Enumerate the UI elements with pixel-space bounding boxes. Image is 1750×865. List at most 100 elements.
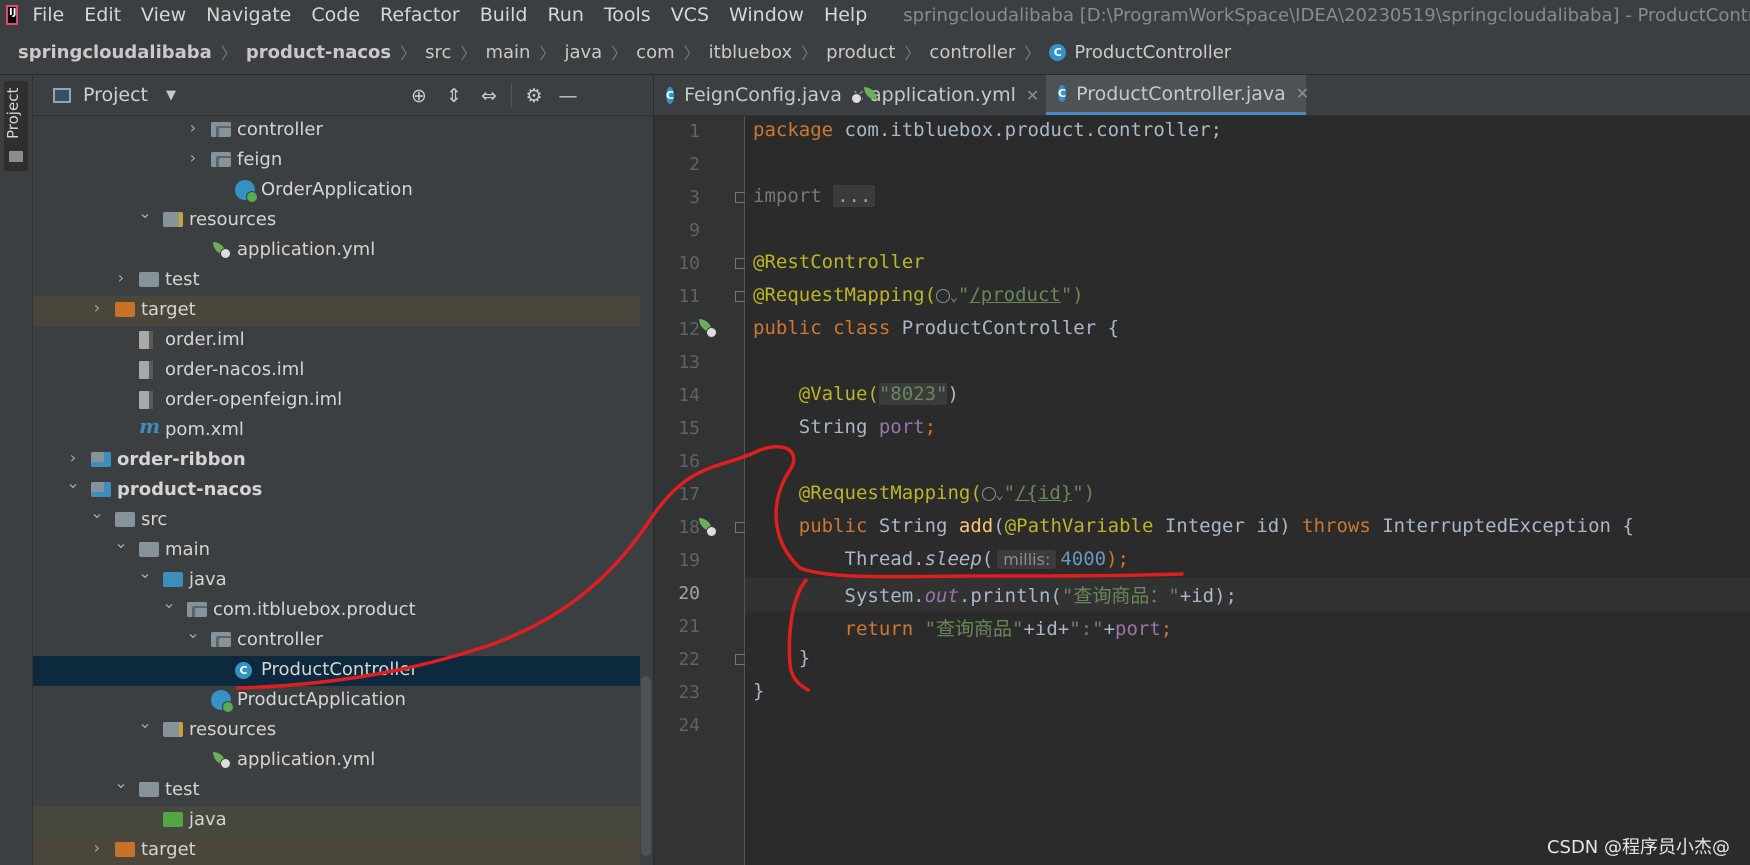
tree-node[interactable]: › feign — [33, 146, 653, 176]
close-icon[interactable]: ✕ — [1026, 86, 1039, 105]
tree-node[interactable]: ProductApplication — [33, 686, 653, 716]
tree-node-label: controller — [237, 119, 323, 140]
globe-icon[interactable] — [936, 288, 951, 303]
tree-node-label: com.itbluebox.product — [213, 599, 416, 620]
tab-label: ProductController.java — [1076, 82, 1286, 105]
code-line-14: @Value("8023") — [798, 383, 959, 405]
breadcrumb-product[interactable]: product — [826, 42, 895, 63]
tab-productcontroller[interactable]: C ProductController.java ✕ — [1046, 75, 1309, 115]
menu-tools[interactable]: Tools — [604, 4, 651, 26]
breadcrumb-src[interactable]: src — [425, 42, 451, 63]
menu-navigate[interactable]: Navigate — [206, 4, 291, 26]
breadcrumb-main[interactable]: main — [485, 42, 530, 63]
tree-node[interactable]: application.yml — [33, 236, 653, 266]
spring-bean-gutter-icon[interactable] — [697, 318, 717, 338]
tree-scrollbar[interactable] — [640, 116, 653, 865]
tab-application-yml[interactable]: application.yml ✕ — [850, 75, 1042, 115]
menu-view[interactable]: View — [141, 4, 186, 26]
spring-mapping-gutter-icon[interactable] — [697, 517, 717, 537]
code-line-20: System.out.println("查询商品："+id); — [844, 585, 1237, 607]
package-icon — [211, 632, 231, 647]
tree-node[interactable]: › target — [33, 296, 653, 326]
tree-node[interactable]: order-openfeign.iml — [33, 386, 653, 416]
tree-node[interactable]: › order-ribbon — [33, 446, 653, 476]
tree-node[interactable]: › controller — [33, 116, 653, 146]
menu-help[interactable]: Help — [824, 4, 867, 26]
chevron-down-icon[interactable]: ⌄ — [996, 488, 1004, 503]
line-number: 3 — [689, 187, 700, 208]
chevron-down-icon[interactable]: ⌄ — [950, 290, 958, 305]
menu-vcs[interactable]: VCS — [671, 4, 709, 26]
tree-node[interactable]: application.yml — [33, 746, 653, 776]
gear-icon[interactable]: ⚙ — [523, 85, 545, 107]
chevron-right-icon[interactable]: › — [89, 838, 105, 857]
chevron-down-icon[interactable]: ⌄ — [113, 533, 129, 552]
tree-node[interactable]: ⌄ resources — [33, 203, 653, 236]
breadcrumb-itbluebox[interactable]: itbluebox — [709, 42, 793, 63]
line-number: 22 — [678, 649, 700, 670]
tree-node-label: order-ribbon — [117, 449, 246, 470]
breadcrumb-class[interactable]: ProductController — [1074, 42, 1231, 63]
menu-code[interactable]: Code — [311, 4, 360, 26]
project-tool-tab[interactable]: Project — [4, 81, 28, 171]
project-tool-tab-label: Project — [4, 87, 22, 139]
tree-node[interactable]: order-nacos.iml — [33, 356, 653, 386]
menu-window[interactable]: Window — [729, 4, 804, 26]
tree-node[interactable]: ⌄ product-nacos — [33, 473, 653, 506]
chevron-down-icon[interactable]: ▼ — [166, 88, 176, 103]
chevron-right-icon[interactable]: › — [185, 118, 201, 137]
chevron-down-icon[interactable]: ⌄ — [89, 503, 105, 522]
tree-node[interactable]: order.iml — [33, 326, 653, 356]
menu-file[interactable]: File — [32, 4, 64, 26]
tree-node[interactable]: ⌄ com.itbluebox.product — [33, 593, 653, 626]
chevron-down-icon[interactable]: ⌄ — [137, 203, 153, 222]
chevron-down-icon[interactable]: ⌄ — [161, 593, 177, 612]
tree-node-label: main — [165, 539, 210, 560]
menu-run[interactable]: Run — [547, 4, 583, 26]
globe-icon[interactable] — [981, 486, 996, 501]
tree-node[interactable]: ⌄ main — [33, 533, 653, 566]
chevron-down-icon[interactable]: ⌄ — [113, 773, 129, 792]
tab-feignconfig[interactable]: C FeignConfig.java ✕ — [654, 75, 865, 115]
tree-node[interactable]: C ProductController — [33, 656, 653, 686]
tree-node[interactable]: ⌄ test — [33, 773, 653, 806]
chevron-down-icon[interactable]: ⌄ — [137, 713, 153, 732]
breadcrumb-project[interactable]: springcloudalibaba — [18, 42, 212, 63]
expand-all-icon[interactable]: ⇕ — [443, 85, 465, 107]
collapse-all-icon[interactable]: ⇔ — [478, 85, 500, 107]
maven-icon: m — [139, 414, 161, 438]
tree-node[interactable]: › target — [33, 836, 653, 865]
tree-scrollbar-thumb[interactable] — [641, 676, 651, 856]
chevron-right-icon[interactable]: › — [89, 298, 105, 317]
breadcrumb-java[interactable]: java — [564, 42, 602, 63]
tree-node[interactable]: ⌄ src — [33, 503, 653, 536]
hide-panel-icon[interactable]: — — [557, 85, 579, 107]
project-view-selector[interactable]: Project — [83, 84, 148, 106]
spring-config-icon — [211, 751, 231, 769]
chevron-down-icon[interactable]: ⌄ — [185, 623, 201, 642]
tree-node-label: application.yml — [237, 239, 376, 260]
package-icon — [187, 602, 207, 617]
breadcrumb-controller[interactable]: controller — [929, 42, 1015, 63]
tree-node[interactable]: › test — [33, 266, 653, 296]
chevron-right-icon[interactable]: › — [113, 268, 129, 287]
breadcrumb-com[interactable]: com — [636, 42, 674, 63]
chevron-right-icon[interactable]: › — [65, 448, 81, 467]
tree-node[interactable]: ⌄ java — [33, 563, 653, 596]
locate-file-icon[interactable]: ⊕ — [408, 85, 430, 107]
code-line-12: public class ProductController { — [753, 317, 1120, 339]
folded-imports[interactable]: ... — [833, 185, 876, 207]
tree-node[interactable]: OrderApplication — [33, 176, 653, 206]
tree-node[interactable]: m pom.xml — [33, 414, 653, 446]
chevron-down-icon[interactable]: ⌄ — [137, 563, 153, 582]
menu-edit[interactable]: Edit — [84, 4, 121, 26]
chevron-down-icon[interactable]: ⌄ — [65, 473, 81, 492]
menu-build[interactable]: Build — [480, 4, 528, 26]
breadcrumb-module[interactable]: product-nacos — [246, 42, 391, 63]
menu-refactor[interactable]: Refactor — [380, 4, 460, 26]
tree-node[interactable]: java — [33, 806, 653, 836]
chevron-right-icon[interactable]: › — [185, 148, 201, 167]
close-icon[interactable]: ✕ — [1296, 84, 1309, 103]
tree-node[interactable]: ⌄ resources — [33, 713, 653, 746]
tree-node[interactable]: ⌄ controller — [33, 623, 653, 656]
